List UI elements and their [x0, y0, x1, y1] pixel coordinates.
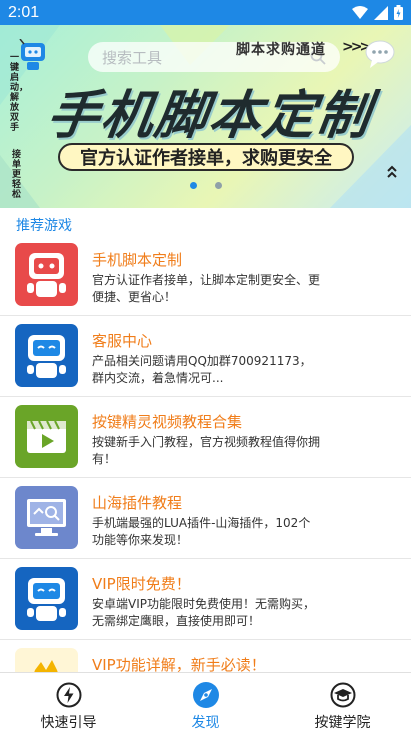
item-desc: 官方认证作者接单，让脚本定制更安全、更便捷、更省心！ [92, 273, 321, 304]
nav-label: 按键学院 [314, 715, 371, 731]
banner-vertical-text-left: 接单更轻松 [12, 150, 22, 200]
item-desc: 安卓端VIP功能限时免费使用！无需购买，无需绑定鹰眼，直接使用即可！ [92, 597, 315, 628]
item-title: 客服中心 [92, 332, 153, 350]
robot-blue-icon [15, 567, 78, 630]
section-label-recommended: 推荐游戏 [16, 218, 72, 234]
recommend-list: 手机脚本定制 官方认证作者接单，让脚本定制更安全、更便捷、更省心！ 客服中心 产… [0, 235, 411, 721]
status-bar: 2:01 [0, 0, 411, 25]
list-item[interactable]: VIP限时免费！ 安卓端VIP功能限时免费使用！无需购买，无需绑定鹰眼，直接使用… [0, 559, 411, 640]
list-item[interactable]: 手机脚本定制 官方认证作者接单，让脚本定制更安全、更便捷、更省心！ [0, 235, 411, 316]
list-item[interactable]: 山海插件教程 手机端最强的LUA插件-山海插件，102个功能等你来发现！ [0, 478, 411, 559]
battery-icon [394, 5, 403, 20]
carousel-dot-active[interactable] [189, 182, 197, 189]
app-root: 2:01 搜索工具 脚本求购通道 >>> 一键启动，解放双手 接单更轻松 手机脚… [0, 0, 411, 735]
list-item[interactable]: 按键精灵视频教程合集 按键新手入门教程，官方视频教程值得你拥有！ [0, 397, 411, 478]
item-desc: 产品相关问题请用QQ加群700921173，群内交流，着急情况可... [92, 354, 312, 385]
carousel-indicator [0, 182, 411, 189]
status-time: 2:01 [8, 3, 40, 21]
computer-search-icon [15, 486, 78, 549]
list-item[interactable]: 客服中心 产品相关问题请用QQ加群700921173，群内交流，着急情况可... [0, 316, 411, 397]
promo-banner[interactable]: 搜索工具 脚本求购通道 >>> 一键启动，解放双手 接单更轻松 手机脚本定制 官… [0, 25, 411, 208]
carousel-dot[interactable] [214, 182, 222, 189]
item-title: 手机脚本定制 [92, 251, 183, 269]
nav-tab-quick-guide[interactable]: 快速引导 [0, 673, 137, 735]
nav-label: 快速引导 [40, 715, 97, 731]
banner-subtitle: 官方认证作者接单，求购更安全 [58, 143, 354, 171]
robot-red-icon [15, 243, 78, 306]
search-placeholder: 搜索工具 [102, 48, 163, 67]
item-desc: 按键新手入门教程，官方视频教程值得你拥有！ [92, 435, 321, 466]
compass-icon [192, 681, 220, 709]
item-title: 山海插件教程 [92, 494, 183, 512]
status-icons [352, 5, 403, 20]
robot-blue-icon [15, 324, 78, 387]
nav-tab-academy[interactable]: 按键学院 [274, 673, 411, 735]
item-title: 按键精灵视频教程合集 [92, 413, 243, 431]
nav-tab-discover[interactable]: 发现 [137, 673, 274, 735]
banner-channel-text: 脚本求购通道 [236, 42, 326, 58]
banner-vertical-text-mid: 一键启动，解放双手 [10, 53, 29, 133]
banner-title: 手机脚本定制 [43, 86, 376, 146]
graduation-cap-icon [329, 681, 357, 709]
chat-bubble-icon [365, 40, 395, 68]
double-up-arrow-icon [387, 165, 397, 178]
signal-icon [374, 5, 388, 20]
wifi-icon [352, 5, 368, 19]
video-play-icon [15, 405, 78, 468]
lightning-icon [55, 681, 83, 709]
item-title: VIP限时免费！ [92, 575, 191, 593]
nav-label: 发现 [191, 715, 220, 731]
bottom-navigation: 快速引导 发现 按键学院 [0, 672, 411, 735]
item-desc: 手机端最强的LUA插件-山海插件，102个功能等你来发现！ [92, 516, 311, 547]
